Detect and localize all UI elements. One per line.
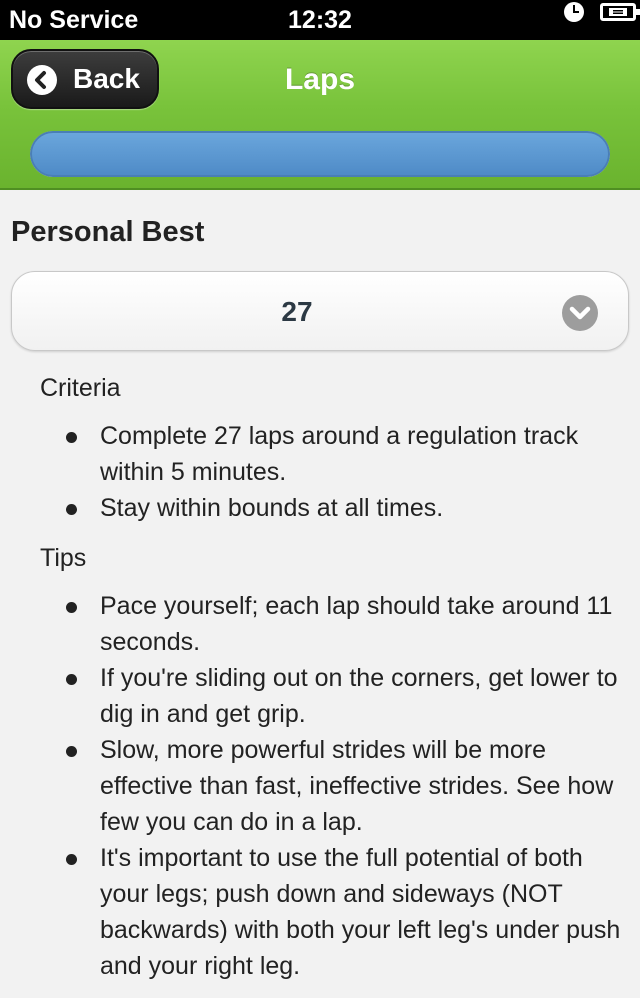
tips-label: Tips: [40, 544, 87, 572]
nav-header: Back Laps: [0, 40, 640, 190]
status-bar: No Service 12:32: [0, 0, 640, 40]
list-item: If you're sliding out on the corners, ge…: [66, 660, 630, 732]
list-item: Pace yourself; each lap should take arou…: [66, 588, 630, 660]
personal-best-select[interactable]: 27: [11, 271, 629, 351]
progress-bar: [30, 131, 610, 177]
plug-icon: [609, 8, 627, 16]
personal-best-value: 27: [281, 296, 313, 327]
list-item: Slow, more powerful strides will be more…: [66, 732, 630, 840]
criteria-list: Complete 27 laps around a regulation tra…: [40, 418, 630, 526]
tips-list: Pace yourself; each lap should take arou…: [40, 588, 630, 984]
list-item: Complete 27 laps around a regulation tra…: [66, 418, 630, 490]
criteria-label: Criteria: [40, 374, 121, 402]
list-item: Stay within bounds at all times.: [66, 490, 630, 526]
battery-charging-icon: [600, 3, 640, 21]
list-item: It's important to use the full potential…: [66, 840, 630, 984]
chevron-down-icon: [562, 295, 598, 331]
instructions: Criteria Complete 27 laps around a regul…: [40, 370, 630, 998]
progress-fill: [30, 131, 610, 177]
clock-icon: [564, 2, 584, 22]
personal-best-heading: Personal Best: [11, 216, 205, 248]
status-time: 12:32: [288, 6, 352, 34]
page-title: Laps: [284, 63, 356, 96]
